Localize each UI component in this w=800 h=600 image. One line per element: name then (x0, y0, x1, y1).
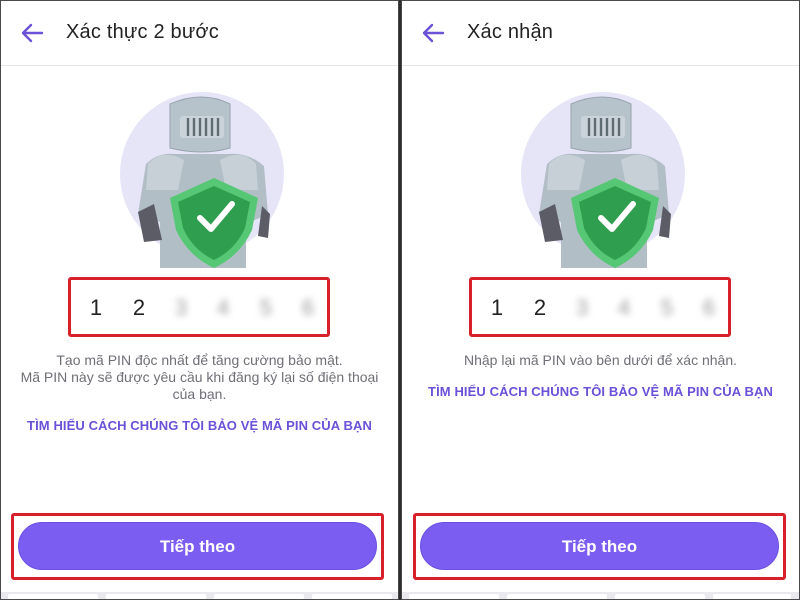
app-bar: Xác thực 2 bước (0, 0, 399, 66)
screen-title: Xác nhận (467, 21, 554, 43)
next-button-highlight: Tiếp theo (11, 513, 384, 580)
setup-pin-screen: Xác thực 2 bước 1 2 3 4 5 6 Tạo mã PIN đ… (0, 0, 399, 600)
pin-digit-hidden: 6 (301, 295, 315, 320)
keyboard-key (8, 594, 98, 600)
app-bar: Xác nhận (401, 0, 800, 66)
keyboard-key (312, 594, 392, 600)
confirm-pin-screen: Xác nhận 1 2 3 4 5 6 Nhập lại mã PIN vào… (401, 0, 800, 600)
keyboard-key (106, 594, 206, 600)
back-button[interactable] (415, 18, 451, 48)
pin-entry-highlight[interactable]: 1 2 3 4 5 6 (68, 277, 330, 337)
pin-digit: 2 (533, 295, 547, 320)
next-button[interactable]: Tiếp theo (420, 522, 779, 570)
keyboard-key (615, 594, 705, 600)
pin-description: Tạo mã PIN độc nhất để tăng cường bảo mậ… (20, 352, 379, 402)
pin-digit-hidden: 4 (617, 295, 631, 320)
keyboard-key (713, 594, 791, 600)
pin-digit: 2 (132, 295, 146, 320)
pin-digit-hidden: 4 (216, 295, 230, 320)
learn-more-link[interactable]: TÌM HIỂU CÁCH CHÚNG TÔI BẢO VỆ MÃ PIN CỦ… (411, 384, 790, 399)
back-button[interactable] (14, 18, 50, 48)
pin-digit: 1 (89, 295, 103, 320)
knight-shield-illustration (120, 92, 284, 268)
pin-digit-hidden: 3 (575, 295, 589, 320)
keyboard-key (507, 594, 607, 600)
arrow-left-icon (21, 23, 44, 43)
knight-shield-illustration (521, 92, 685, 268)
next-button-highlight: Tiếp theo (413, 513, 786, 580)
arrow-left-icon (422, 23, 445, 43)
pin-digit-hidden: 6 (702, 295, 716, 320)
keyboard-key (214, 594, 304, 600)
screen-title: Xác thực 2 bước (66, 21, 219, 43)
pin-digit-hidden: 5 (259, 295, 273, 320)
learn-more-link[interactable]: TÌM HIỂU CÁCH CHÚNG TÔI BẢO VỆ MÃ PIN CỦ… (10, 418, 389, 433)
pin-digit-hidden: 3 (174, 295, 188, 320)
pin-digit: 1 (490, 295, 504, 320)
keyboard-key (409, 594, 499, 600)
next-button[interactable]: Tiếp theo (18, 522, 377, 570)
pin-description: Nhập lại mã PIN vào bên dưới để xác nhận… (463, 352, 738, 368)
pin-digit-hidden: 5 (660, 295, 674, 320)
pin-entry-highlight[interactable]: 1 2 3 4 5 6 (469, 277, 731, 337)
